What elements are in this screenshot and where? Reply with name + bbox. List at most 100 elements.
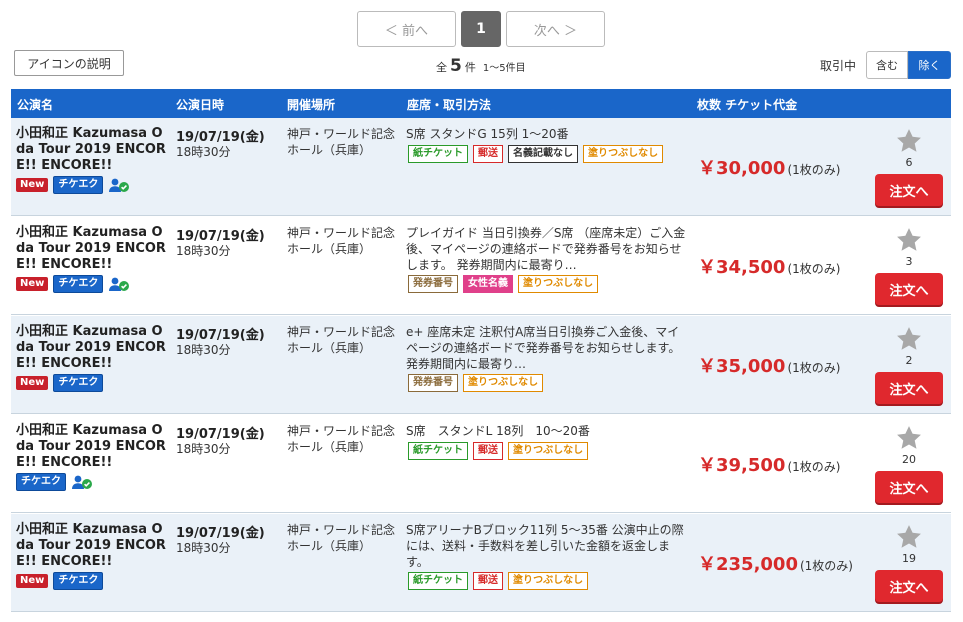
- event-venue: 神戸・ワールド記念ホール（兵庫）: [287, 523, 396, 553]
- ticket-price: ￥235,000 (1枚のみ): [698, 550, 853, 576]
- ticket-tag: 名義記載なし: [508, 145, 578, 163]
- seat-info: e+ 座席未定 注釈付A席当日引換券ご入金後、マイページの連絡ボードで発券番号を…: [406, 325, 681, 371]
- price-unit: (1枚のみ): [787, 460, 841, 474]
- count-prefix: 全: [436, 61, 447, 74]
- favorite-count: 19: [902, 552, 916, 565]
- current-page-button[interactable]: 1: [461, 11, 501, 47]
- new-badge: New: [16, 574, 49, 588]
- favorite-star-icon[interactable]: [895, 127, 923, 155]
- ticket-tag: 紙チケット: [408, 145, 468, 163]
- event-time: 18時30分: [176, 541, 231, 555]
- count-total: 5: [450, 56, 462, 76]
- event-venue: 神戸・ワールド記念ホール（兵庫）: [287, 127, 396, 157]
- event-title[interactable]: 小田和正 Kazumasa Oda Tour 2019 ENCORE!! ENC…: [16, 225, 166, 273]
- ticket-tag: 塗りつぶしなし: [518, 275, 599, 293]
- pagination: ＜ 前へ 1 次へ ＞: [357, 11, 605, 47]
- favorite-count: 3: [905, 255, 913, 268]
- ticket-tag: 郵送: [473, 442, 503, 460]
- event-time: 18時30分: [176, 244, 231, 258]
- price-value: ￥34,500: [698, 257, 786, 278]
- trading-filter-toggle: 含む 除く: [866, 51, 951, 79]
- favorite-star-icon[interactable]: [895, 424, 923, 452]
- header-date: 公演日時: [176, 98, 225, 112]
- favorite-count: 20: [902, 453, 916, 466]
- header-venue: 開催場所: [287, 98, 336, 112]
- new-badge: New: [16, 178, 49, 192]
- badge-group: New チケエク: [16, 275, 130, 293]
- event-venue: 神戸・ワールド記念ホール（兵庫）: [287, 424, 396, 454]
- event-venue: 神戸・ワールド記念ホール（兵庫）: [287, 325, 396, 355]
- ticket-tag: 発券番号: [408, 374, 458, 392]
- favorite-star-icon[interactable]: [895, 523, 923, 551]
- result-count: 全 5 件 1～5件目: [436, 56, 526, 76]
- badge-group: New チケエク: [16, 572, 104, 590]
- ticket-price: ￥34,500 (1枚のみ): [698, 253, 840, 279]
- price-value: ￥235,000: [698, 554, 798, 575]
- order-button[interactable]: 注文へ: [875, 174, 943, 206]
- price-unit: (1枚のみ): [799, 559, 853, 573]
- favorite-star-icon[interactable]: [895, 325, 923, 353]
- chike-badge: チケエク: [53, 275, 104, 293]
- price-unit: (1枚のみ): [787, 163, 841, 177]
- order-button[interactable]: 注文へ: [875, 471, 943, 503]
- table-row: 小田和正 Kazumasa Oda Tour 2019 ENCORE!! ENC…: [11, 514, 951, 612]
- seat-info: S席 スタンドL 18列 10～20番: [406, 424, 590, 438]
- next-page-button[interactable]: 次へ ＞: [506, 11, 605, 47]
- tag-group: 発券番号 女性名義 塗りつぶしなし: [408, 275, 599, 293]
- favorite-star-icon[interactable]: [895, 226, 923, 254]
- icon-help-button[interactable]: アイコンの説明: [14, 50, 124, 76]
- ticket-tag: 紙チケット: [408, 442, 468, 460]
- ticket-tag: 女性名義: [463, 275, 513, 293]
- prev-page-button[interactable]: ＜ 前へ: [357, 11, 456, 47]
- ticket-tag: 紙チケット: [408, 572, 468, 590]
- price-value: ￥39,500: [698, 455, 786, 476]
- include-button[interactable]: 含む: [866, 51, 908, 79]
- ticket-tag: 塗りつぶしなし: [463, 374, 544, 392]
- new-badge: New: [16, 376, 49, 390]
- ticket-tag: 塗りつぶしなし: [583, 145, 664, 163]
- ticket-price: ￥39,500 (1枚のみ): [698, 451, 840, 477]
- ticket-tag: 発券番号: [408, 275, 458, 293]
- event-title[interactable]: 小田和正 Kazumasa Oda Tour 2019 ENCORE!! ENC…: [16, 423, 166, 471]
- chike-badge: チケエク: [53, 374, 104, 392]
- trading-filter-label: 取引中: [820, 59, 857, 73]
- tag-group: 紙チケット 郵送 塗りつぶしなし: [408, 572, 589, 590]
- tag-group: 発券番号 塗りつぶしなし: [408, 374, 544, 392]
- verified-user-icon: [108, 276, 130, 292]
- event-title[interactable]: 小田和正 Kazumasa Oda Tour 2019 ENCORE!! ENC…: [16, 522, 166, 570]
- count-suffix: 件: [464, 61, 476, 74]
- event-time: 18時30分: [176, 145, 231, 159]
- event-title[interactable]: 小田和正 Kazumasa Oda Tour 2019 ENCORE!! ENC…: [16, 324, 166, 372]
- price-value: ￥35,000: [698, 356, 786, 377]
- verified-user-icon: [108, 177, 130, 193]
- price-value: ￥30,000: [698, 158, 786, 179]
- chike-badge: チケエク: [53, 176, 104, 194]
- chike-badge: チケエク: [16, 473, 66, 491]
- count-range: 1～5件目: [482, 63, 526, 74]
- ticket-tag: 塗りつぶしなし: [508, 442, 589, 460]
- tag-group: 紙チケット 郵送 塗りつぶしなし: [408, 442, 589, 460]
- price-unit: (1枚のみ): [787, 361, 841, 375]
- badge-group: New チケエク: [16, 176, 130, 194]
- badge-group: New チケエク: [16, 374, 104, 392]
- table-row: 小田和正 Kazumasa Oda Tour 2019 ENCORE!! ENC…: [11, 118, 951, 216]
- header-title: 公演名: [17, 98, 54, 112]
- verified-user-icon: [71, 474, 93, 490]
- chike-badge: チケエク: [53, 572, 104, 590]
- exclude-button[interactable]: 除く: [908, 51, 951, 79]
- ticket-price: ￥35,000 (1枚のみ): [698, 352, 840, 378]
- badge-group: チケエク: [16, 473, 93, 491]
- header-seat: 座席・取引方法: [407, 98, 492, 112]
- event-venue: 神戸・ワールド記念ホール（兵庫）: [287, 226, 396, 256]
- ticket-tag: 郵送: [473, 145, 503, 163]
- event-time: 18時30分: [176, 343, 231, 357]
- seat-info: S席アリーナBブロック11列 5～35番 公演中止の際には、送料・手数料を差し引…: [406, 523, 684, 569]
- new-badge: New: [16, 277, 49, 291]
- tag-group: 紙チケット 郵送 名義記載なし 塗りつぶしなし: [408, 145, 664, 163]
- order-button[interactable]: 注文へ: [875, 570, 943, 602]
- order-button[interactable]: 注文へ: [875, 273, 943, 305]
- order-button[interactable]: 注文へ: [875, 372, 943, 404]
- ticket-tag: 塗りつぶしなし: [508, 572, 589, 590]
- event-title[interactable]: 小田和正 Kazumasa Oda Tour 2019 ENCORE!! ENC…: [16, 126, 166, 174]
- price-unit: (1枚のみ): [787, 262, 841, 276]
